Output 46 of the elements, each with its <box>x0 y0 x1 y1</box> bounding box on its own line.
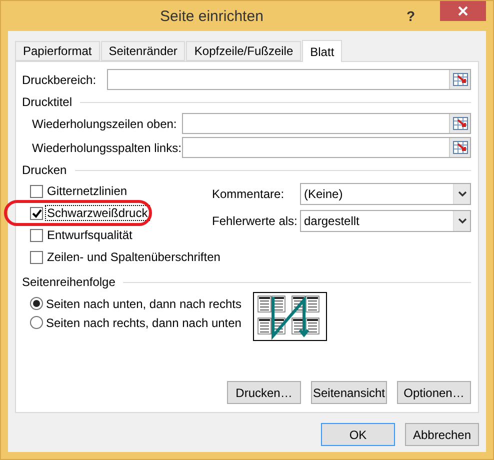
range-select-icon <box>452 117 468 130</box>
input-field[interactable] <box>182 113 471 134</box>
caret-icon <box>458 218 466 224</box>
field-label: Wiederholungsspalten links: <box>32 140 182 154</box>
radio-button[interactable] <box>30 316 43 329</box>
section-heading: Drucktitel <box>22 95 72 109</box>
field-label: Kommentare: <box>212 186 286 200</box>
dialog-button[interactable]: Seitenansicht <box>311 381 387 404</box>
tab[interactable]: Seitenränder <box>100 41 186 61</box>
section-heading: Drucken <box>22 163 67 177</box>
checkbox[interactable] <box>30 228 43 242</box>
range-button[interactable] <box>449 70 470 89</box>
dropdown[interactable]: (Keine) <box>300 182 471 204</box>
section-heading: Seitenreihenfolge <box>22 275 116 289</box>
field-label: Wiederholungszeilen oben: <box>32 116 178 130</box>
checkbox-label: Entwurfsqualität <box>46 228 134 242</box>
help-button[interactable]: ? <box>406 8 415 24</box>
field-label: Fehlerwerte als: <box>212 214 298 228</box>
checkbox[interactable] <box>30 184 43 198</box>
range-button[interactable] <box>449 138 470 157</box>
input-field[interactable] <box>107 69 471 90</box>
checkbox-label: Gitternetzlinien <box>46 184 128 198</box>
input-field[interactable] <box>182 137 471 158</box>
checkbox-label: Schwarzweißdruck <box>46 206 149 220</box>
caret-icon <box>458 190 466 196</box>
dialog-button[interactable]: Optionen… <box>397 381 471 404</box>
dialog-button[interactable]: Abbrechen <box>405 423 479 446</box>
field-label: Druckbereich: <box>22 72 98 86</box>
tab[interactable]: Blatt <box>302 40 342 62</box>
tab[interactable]: Kopfzeile/Fußzeile <box>186 41 302 61</box>
tab[interactable]: Papierformat <box>15 41 100 61</box>
checkbox[interactable] <box>30 250 43 264</box>
close-icon <box>458 6 468 16</box>
dialog-button[interactable]: Drucken… <box>227 381 301 404</box>
close-button[interactable] <box>440 1 486 21</box>
checkbox[interactable] <box>30 206 43 220</box>
range-button[interactable] <box>449 114 470 133</box>
radio-label: Seiten nach rechts, dann nach unten <box>46 316 242 330</box>
dialog-button[interactable]: OK <box>321 423 395 446</box>
dropdown[interactable]: dargestellt <box>300 210 471 232</box>
radio-button[interactable] <box>30 297 43 310</box>
window-title: Seite einrichten <box>159 8 264 24</box>
range-select-icon <box>452 141 468 154</box>
checkbox-label: Zeilen- und Spaltenüberschriften <box>46 250 222 264</box>
range-select-icon <box>452 73 468 86</box>
radio-label: Seiten nach unten, dann nach rechts <box>46 296 242 310</box>
